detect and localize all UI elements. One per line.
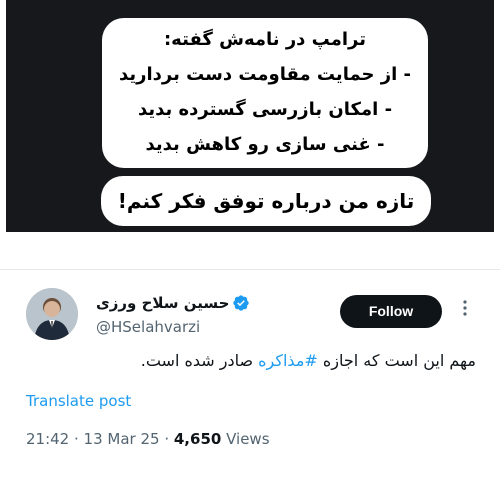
divider [0, 269, 500, 270]
post-text-part: صادر شده است. [140, 351, 259, 370]
avatar[interactable] [26, 288, 78, 340]
author-handle[interactable]: @HSelahvarzi [96, 318, 200, 336]
hashtag-link[interactable]: #مذاکره [258, 351, 318, 370]
more-options-icon[interactable] [455, 298, 475, 318]
post-time[interactable]: 21:42 [26, 430, 69, 448]
post-image[interactable]: ترامپ در نامه‌ش گفته: - از حمایت مقاومت … [6, 0, 494, 232]
translate-post-link[interactable]: Translate post [26, 392, 131, 410]
image-text-box: ترامپ در نامه‌ش گفته: - از حمایت مقاومت … [102, 18, 428, 168]
verified-badge-icon [232, 294, 250, 312]
post-date[interactable]: 13 Mar 25 [84, 430, 160, 448]
image-caption-box: تازه من درباره توفق فکر کنم! [101, 176, 431, 226]
image-text-line: ترامپ در نامه‌ش گفته: [163, 29, 367, 50]
author-name[interactable]: حسین سلاح ورزی [96, 294, 229, 312]
follow-button[interactable]: Follow [340, 295, 442, 328]
view-count: 4,650 [173, 430, 222, 448]
views-label: Views [221, 430, 270, 448]
image-text-line: - از حمایت مقاومت دست بردارید [118, 64, 412, 85]
post-text-part: مهم این است که اجازه [317, 351, 476, 370]
image-text-line: - غنی سازی رو کاهش بدید [145, 134, 385, 155]
post-metadata: 21:42 · 13 Mar 25 · 4,650 Views [26, 430, 270, 448]
meta-separator: · [159, 430, 174, 448]
meta-separator: · [69, 430, 84, 448]
person-icon [26, 288, 78, 340]
author-name-row[interactable]: حسین سلاح ورزی [96, 292, 250, 314]
image-text-line: - امکان بازرسی گسترده بدید [137, 99, 393, 120]
post-text: مهم این است که اجازه #مذاکره صادر شده اس… [141, 351, 476, 370]
